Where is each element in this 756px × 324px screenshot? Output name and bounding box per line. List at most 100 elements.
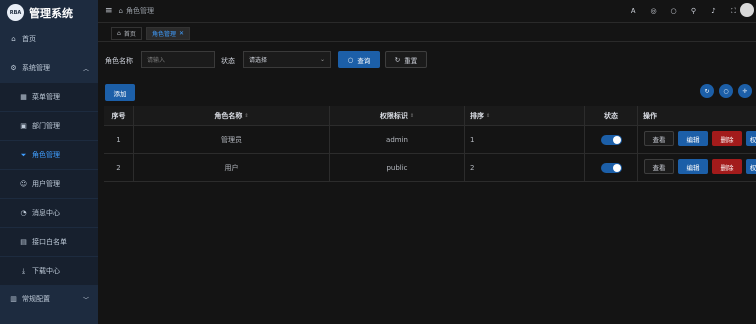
tag-label: 角色管理 [152, 31, 177, 38]
search-icon[interactable]: ○ [669, 5, 678, 17]
search-icon: ○ [347, 55, 354, 64]
logo-icon: RBA [7, 4, 24, 21]
sidebar-item-label: 首页 [22, 35, 36, 43]
table-header-row: 序号 角色名称 ⇕ 权限标识 ⇕ 排序 ⇕ 状态 操作 [104, 106, 756, 126]
sidebar-item-home[interactable]: ⌂ 首页 [0, 25, 98, 53]
col-sort-header[interactable]: 排序 ⇕ [465, 106, 585, 125]
query-button-label: 查询 [357, 56, 371, 65]
home-icon: ⌂ [117, 30, 121, 37]
columns-icon[interactable]: ✛ [738, 84, 752, 98]
bell-icon[interactable]: ♪ [709, 5, 718, 17]
filter-icon: ⏷ [20, 150, 27, 159]
tag-label: 首页 [123, 31, 136, 38]
home-icon: ⌂ [118, 7, 123, 15]
edit-button[interactable]: 编辑 [678, 159, 708, 174]
view-button[interactable]: 查看 [644, 159, 674, 174]
sidebar-item-whitelist[interactable]: ▤ 接口白名单 [0, 228, 98, 256]
tag-home[interactable]: ⌂ 首页 [111, 27, 142, 40]
col-name-header[interactable]: 角色名称 ⇕ [134, 106, 330, 125]
query-button[interactable]: ○ 查询 [338, 51, 380, 68]
sidebar-item-role[interactable]: ⏷ 角色管理 [0, 141, 98, 169]
sort-icon[interactable]: ⇕ [244, 113, 248, 119]
sidebar-item-config[interactable]: ▥ 常规配置 ﹀ [0, 285, 98, 313]
sidebar-item-label: 系统管理 [22, 64, 50, 72]
table-row: 2 用户 public 2 查看 编辑 删除 权 [104, 154, 756, 182]
top-header: ≡ ⌂ 角色管理 Ꭺ ◎ ○ ⚲ ♪ ⛶ [98, 0, 756, 23]
sidebar-item-label: 部门管理 [32, 122, 60, 130]
close-icon[interactable]: ✕ [179, 30, 184, 37]
sidebar-item-menu[interactable]: ▦ 菜单管理 [0, 83, 98, 111]
cell-sort: 2 [465, 154, 585, 181]
sidebar-item-label: 角色管理 [32, 151, 60, 159]
avatar[interactable] [740, 3, 754, 17]
home-icon: ⌂ [11, 35, 16, 43]
sidebar-item-label: 下载中心 [32, 267, 60, 275]
breadcrumb-current: 角色管理 [126, 7, 154, 15]
sidebar-item-user[interactable]: ☺ 用户管理 [0, 170, 98, 198]
building-icon: ▣ [20, 122, 27, 130]
cell-actions: 查看 编辑 删除 权 [638, 154, 756, 181]
search-icon[interactable]: ○ [719, 84, 733, 98]
header-icons: Ꭺ ◎ ○ ⚲ ♪ ⛶ [629, 5, 738, 17]
refresh-icon[interactable]: ↻ [700, 84, 714, 98]
add-button-label: 添加 [113, 89, 127, 98]
chevron-down-icon: ﹀ [82, 296, 89, 304]
sidebar-item-department[interactable]: ▣ 部门管理 [0, 112, 98, 140]
user-icon: ☺ [19, 180, 28, 188]
logo: RBA 管理系统 [0, 0, 98, 25]
chevron-down-icon: ⌄ [319, 56, 325, 63]
sort-icon[interactable]: ⇕ [486, 113, 490, 119]
status-select[interactable]: 请选择 ⌄ [243, 51, 331, 68]
breadcrumb: ⌂ 角色管理 [119, 6, 154, 16]
sidebar-item-download[interactable]: ⤓ 下载中心 [0, 257, 98, 285]
translate-icon[interactable]: Ꭺ [629, 5, 638, 17]
sidebar-item-label: 消息中心 [32, 209, 60, 217]
app-title: 管理系统 [29, 6, 73, 20]
col-key-header[interactable]: 权限标识 ⇕ [330, 106, 465, 125]
grid-icon: ▦ [20, 93, 27, 101]
status-select-value: 请选择 [249, 57, 268, 64]
table-row: 1 管理员 admin 1 查看 编辑 删除 权 [104, 126, 756, 154]
cell-index: 1 [104, 126, 134, 153]
settings-icon: ▥ [10, 295, 17, 303]
cell-sort: 1 [465, 126, 585, 153]
menu-toggle-icon[interactable]: ≡ [105, 6, 113, 16]
fullscreen-icon[interactable]: ⛶ [729, 5, 738, 17]
sidebar-item-system[interactable]: ⚙ 系统管理 ︿ [0, 54, 98, 82]
sidebar-item-label: 接口白名单 [32, 238, 67, 246]
github-icon[interactable]: ◎ [649, 5, 658, 17]
list-icon: ▤ [20, 238, 27, 246]
view-button[interactable]: 查看 [644, 131, 674, 146]
col-status-header: 状态 [585, 106, 638, 125]
status-label: 状态 [221, 57, 235, 65]
gear-icon: ⚙ [10, 64, 17, 72]
edit-button[interactable]: 编辑 [678, 131, 708, 146]
cell-index: 2 [104, 154, 134, 181]
delete-button[interactable]: 删除 [712, 159, 742, 174]
permission-button[interactable]: 权 [746, 131, 756, 146]
role-name-input[interactable]: 请输入 [141, 51, 215, 68]
cell-name: 管理员 [134, 126, 330, 153]
cell-actions: 查看 编辑 删除 权 [638, 126, 756, 153]
reset-button-label: 重置 [404, 56, 418, 65]
sidebar: RBA 管理系统 ⌂ 首页 ⚙ 系统管理 ︿ ▦ 菜单管理 ▣ 部门管理 ⏷ 角… [0, 0, 98, 324]
delete-button[interactable]: 删除 [712, 131, 742, 146]
status-toggle[interactable] [600, 134, 622, 145]
sort-icon[interactable]: ⇕ [410, 113, 414, 119]
add-button[interactable]: 添加 [105, 84, 135, 101]
download-icon: ⤓ [21, 266, 26, 275]
reset-button[interactable]: ↻ 重置 [385, 51, 427, 68]
permission-button[interactable]: 权 [746, 159, 756, 174]
status-toggle[interactable] [600, 162, 622, 173]
cell-key: admin [330, 126, 465, 153]
message-icon: ◔ [20, 209, 27, 217]
col-index-header: 序号 [104, 106, 134, 125]
tags-bar: ⌂ 首页 角色管理 ✕ [98, 25, 756, 42]
theme-icon[interactable]: ⚲ [689, 5, 698, 17]
cell-name: 用户 [134, 154, 330, 181]
sidebar-item-message[interactable]: ◔ 消息中心 [0, 199, 98, 227]
tag-role-management[interactable]: 角色管理 ✕ [146, 27, 191, 40]
cell-status [585, 126, 638, 153]
refresh-icon: ↻ [394, 55, 401, 64]
col-actions-header: 操作 [643, 111, 657, 120]
